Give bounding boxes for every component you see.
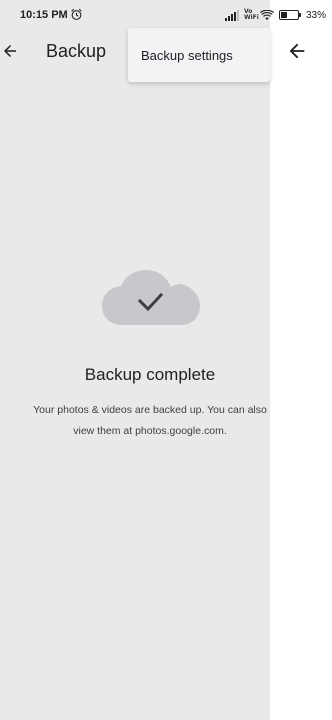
- battery-percent: 33%: [305, 9, 326, 21]
- page-title: Backup: [46, 41, 107, 61]
- cloud-done-icon: [102, 270, 200, 325]
- back-button[interactable]: [0, 36, 20, 66]
- status-icons: Vo WiFi 33%: [224, 8, 326, 22]
- status-time: 10:15 PM: [20, 9, 68, 21]
- status-bar: 10:15 PM Vo WiFi 33%: [0, 0, 332, 30]
- overflow-menu: Backup settings: [128, 28, 270, 82]
- signal-icon: [224, 9, 239, 21]
- wifi-icon: [259, 9, 274, 20]
- arrow-back-icon[interactable]: [286, 40, 308, 62]
- battery-icon: [278, 10, 301, 20]
- next-screen-panel: [270, 0, 332, 720]
- menu-item-backup-settings[interactable]: Backup settings: [128, 28, 270, 82]
- arrow-back-icon: [4, 45, 16, 57]
- backup-status-title: Backup complete: [84, 365, 216, 384]
- battery-level: [280, 12, 287, 18]
- backup-status-description: Your photos & videos are backed up. You …: [33, 404, 267, 437]
- vowifi-icon: Vo WiFi: [243, 8, 259, 21]
- alarm-icon: [71, 8, 82, 20]
- backup-page: Backup Backup complete Your photos & vid…: [0, 0, 270, 720]
- screen: Backup Backup complete Your photos & vid…: [0, 0, 332, 720]
